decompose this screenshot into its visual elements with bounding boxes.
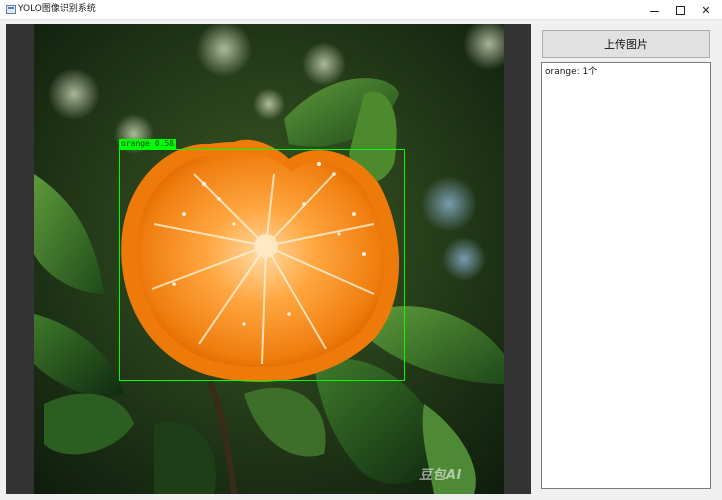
app-icon	[6, 5, 16, 14]
app-window: YOLO图像识别系统 ✕ orange 0.58 豆包AI 上传图片 orang…	[0, 0, 722, 500]
title-bar: YOLO图像识别系统 ✕	[0, 0, 722, 20]
detection-bounding-box	[119, 149, 405, 381]
upload-image-button[interactable]: 上传图片	[542, 30, 710, 58]
close-button[interactable]: ✕	[690, 0, 722, 20]
maximize-icon	[675, 5, 685, 15]
close-icon: ✕	[701, 3, 711, 17]
window-title: YOLO图像识别系统	[18, 4, 96, 14]
watermark-text: 豆包AI	[419, 468, 462, 483]
detection-label: orange 0.58	[119, 139, 176, 149]
result-line: orange: 1个	[545, 67, 598, 77]
minimize-icon	[649, 10, 659, 12]
results-textbox[interactable]: orange: 1个	[541, 62, 711, 489]
image-display: orange 0.58 豆包AI	[6, 24, 531, 494]
